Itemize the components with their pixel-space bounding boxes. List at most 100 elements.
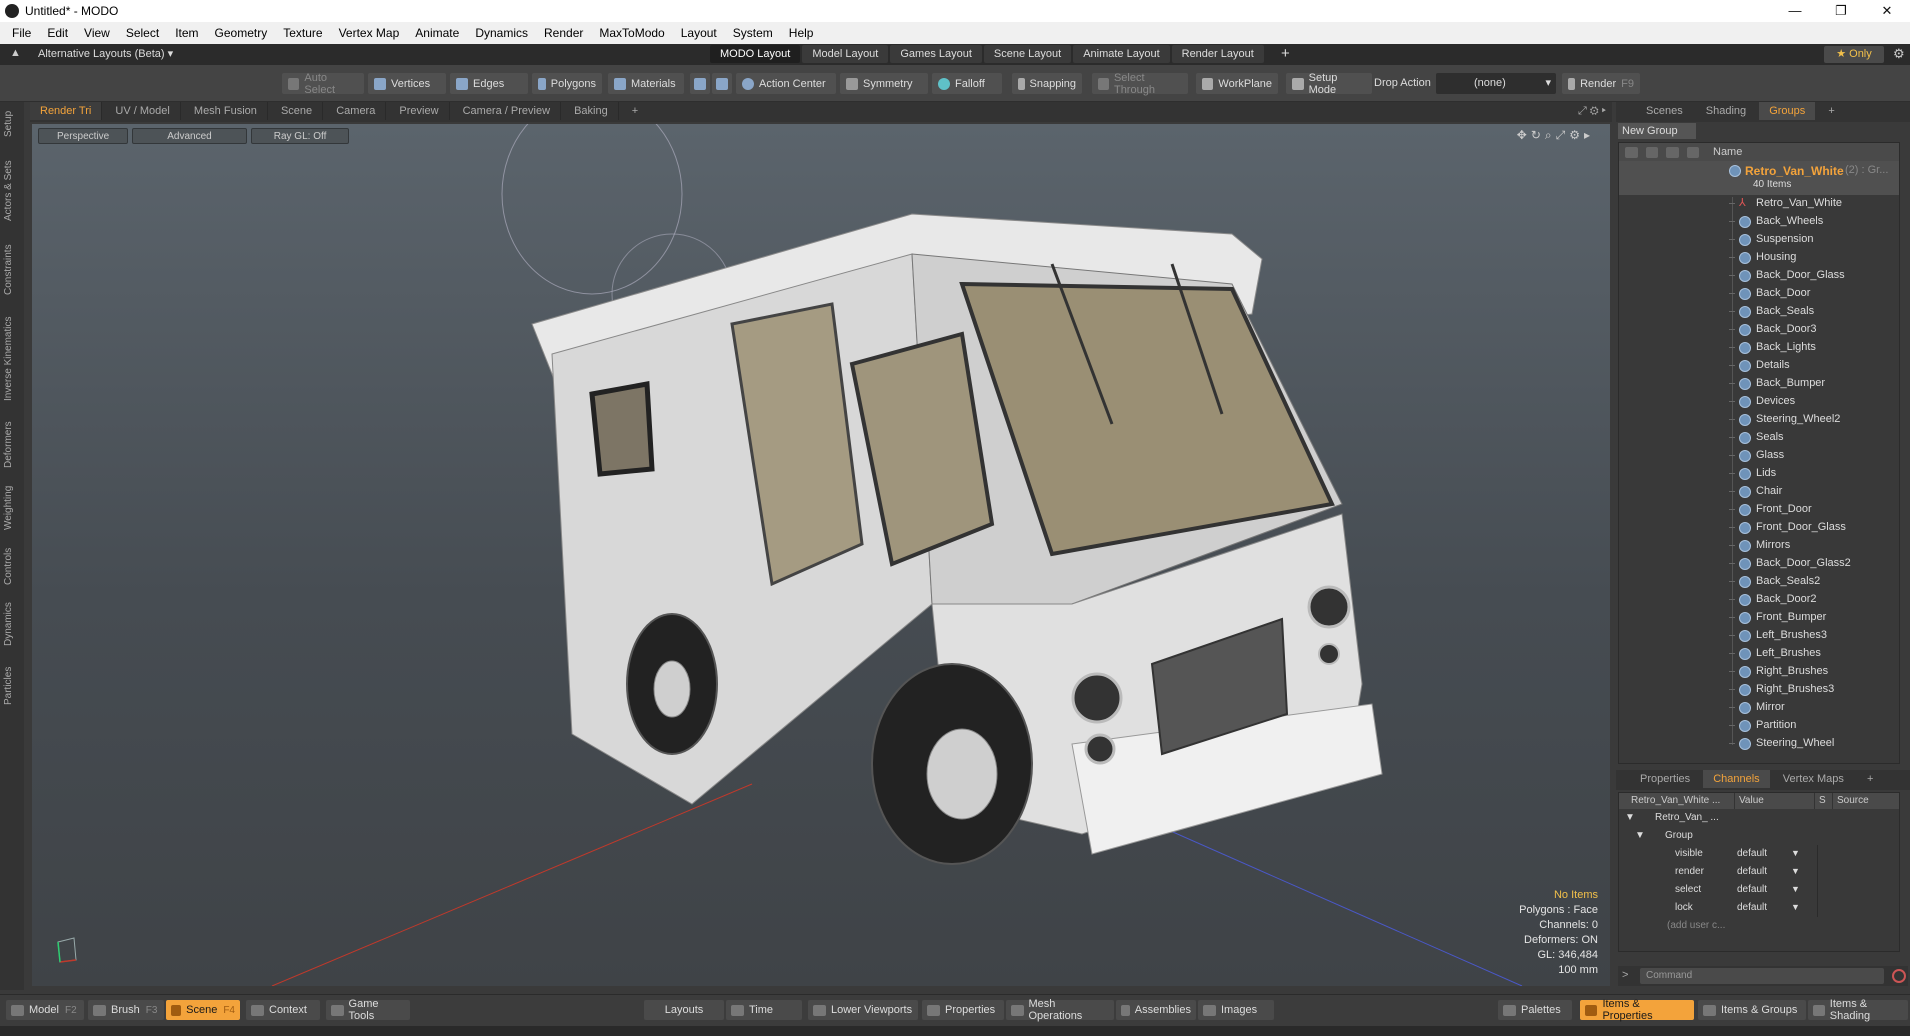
tab-dynamics[interactable]: Dynamics: [3, 596, 21, 652]
tab-baking[interactable]: Baking: [564, 102, 619, 120]
menu-system[interactable]: System: [725, 22, 781, 44]
group-list-item[interactable]: Back_Seals2: [1619, 573, 1899, 591]
group-list-item[interactable]: Back_Door_Glass2: [1619, 555, 1899, 573]
brush-button[interactable]: Brush F3: [88, 1000, 164, 1020]
group-list-item[interactable]: Left_Brushes: [1619, 645, 1899, 663]
mesh-operations-button[interactable]: Mesh Operations: [1006, 998, 1114, 1022]
alternative-layouts-dropdown[interactable]: Alternative Layouts (Beta) ▾: [38, 47, 173, 60]
channels-col-s[interactable]: S: [1815, 793, 1833, 809]
select-through-button[interactable]: Select Through: [1092, 72, 1188, 96]
tab-vertex-maps[interactable]: Vertex Maps: [1773, 770, 1854, 788]
chevron-down-icon[interactable]: ▼: [1791, 902, 1800, 912]
scene-button[interactable]: Scene F4: [166, 1000, 240, 1020]
tab-particles[interactable]: Particles: [3, 658, 21, 714]
tab-mesh-fusion[interactable]: Mesh Fusion: [184, 102, 268, 120]
add-layout-button[interactable]: +: [1281, 45, 1290, 62]
tab-scene-layout[interactable]: Scene Layout: [983, 45, 1072, 63]
menu-dynamics[interactable]: Dynamics: [467, 22, 536, 44]
items-groups-button[interactable]: Items & Groups: [1698, 1000, 1806, 1020]
palettes-button[interactable]: Palettes: [1498, 1000, 1572, 1020]
tab-render-layout[interactable]: Render Layout: [1171, 45, 1264, 63]
channel-row[interactable]: render default ▼: [1619, 863, 1899, 881]
menu-edit[interactable]: Edit: [39, 22, 76, 44]
group-list-item[interactable]: Suspension: [1619, 231, 1899, 249]
action-center-button[interactable]: Action Center: [736, 73, 836, 94]
channel-group-row[interactable]: ▼ Group: [1619, 827, 1899, 845]
group-list-item[interactable]: Mirrors: [1619, 537, 1899, 555]
command-input[interactable]: Command: [1640, 968, 1884, 984]
channel-value[interactable]: default: [1737, 884, 1767, 895]
group-list-item[interactable]: Chair: [1619, 483, 1899, 501]
restore-button[interactable]: ❐: [1818, 0, 1864, 22]
group-list-item[interactable]: Back_Door3: [1619, 321, 1899, 339]
group-list-item[interactable]: Glass: [1619, 447, 1899, 465]
snapping-button[interactable]: Snapping: [1012, 73, 1082, 94]
auto-select-button[interactable]: Auto Select: [282, 72, 364, 96]
channel-row[interactable]: visible default ▼: [1619, 845, 1899, 863]
symmetry-button[interactable]: Symmetry: [840, 73, 928, 94]
group-list-item[interactable]: Right_Brushes3: [1619, 681, 1899, 699]
add-properties-tab-button[interactable]: +: [1857, 770, 1883, 788]
menu-view[interactable]: View: [76, 22, 118, 44]
properties-button[interactable]: Properties: [922, 1000, 1004, 1020]
falloff-button[interactable]: Falloff: [932, 73, 1002, 94]
tab-inverse-kinematics[interactable]: Inverse Kinematics: [3, 308, 21, 410]
group-list-item[interactable]: Back_Lights: [1619, 339, 1899, 357]
images-button[interactable]: Images: [1198, 1000, 1274, 1020]
group-list-item[interactable]: Back_Seals: [1619, 303, 1899, 321]
add-right-tab-button[interactable]: +: [1818, 102, 1844, 120]
group-list-item[interactable]: Housing: [1619, 249, 1899, 267]
group-list-item[interactable]: Details: [1619, 357, 1899, 375]
group-list-item[interactable]: Steering_Wheel2: [1619, 411, 1899, 429]
menu-file[interactable]: File: [4, 22, 39, 44]
tab-animate-layout[interactable]: Animate Layout: [1073, 45, 1170, 63]
context-button[interactable]: Context: [246, 1000, 320, 1020]
group-list-item[interactable]: Steering_Wheel: [1619, 735, 1899, 753]
polygons-button[interactable]: Polygons: [532, 73, 602, 94]
render-toggle-icon[interactable]: [1645, 146, 1658, 158]
tab-constraints[interactable]: Constraints: [3, 238, 21, 302]
menu-render[interactable]: Render: [536, 22, 591, 44]
tab-camera-preview[interactable]: Camera / Preview: [453, 102, 562, 120]
materials-button[interactable]: Materials: [608, 73, 684, 94]
tab-camera[interactable]: Camera: [326, 102, 387, 120]
eye-icon[interactable]: [1625, 146, 1638, 158]
tab-modo-layout[interactable]: MODO Layout: [710, 45, 801, 63]
tab-setup[interactable]: Setup: [3, 106, 21, 142]
group-list-item[interactable]: ⅄ Retro_Van_White: [1619, 195, 1899, 213]
menu-vertex-map[interactable]: Vertex Map: [331, 22, 408, 44]
drop-action-select[interactable]: (none): [1436, 73, 1556, 94]
group-list-item[interactable]: Left_Brushes3: [1619, 627, 1899, 645]
workplane-button[interactable]: WorkPlane: [1196, 73, 1278, 94]
tab-render-tri[interactable]: Render Tri: [30, 102, 103, 120]
chevron-down-icon[interactable]: ▼: [1791, 848, 1800, 858]
viewport-nav-icons[interactable]: ✥↻⌕⤢⚙▸: [1517, 128, 1594, 143]
only-toggle[interactable]: ★ Only: [1824, 46, 1884, 63]
group-list-item[interactable]: Back_Door: [1619, 285, 1899, 303]
channel-row[interactable]: lock default ▼: [1619, 899, 1899, 917]
menu-animate[interactable]: Animate: [407, 22, 467, 44]
channels-col-value[interactable]: Value: [1735, 793, 1815, 809]
expand-arrow-icon[interactable]: ▼: [1635, 830, 1645, 841]
tab-model-layout[interactable]: Model Layout: [802, 45, 889, 63]
items-properties-button[interactable]: Items & Properties: [1580, 998, 1694, 1022]
lower-viewports-button[interactable]: Lower Viewports: [808, 1000, 918, 1020]
items-shading-button[interactable]: Items & Shading: [1808, 998, 1908, 1022]
tab-groups[interactable]: Groups: [1759, 102, 1816, 120]
group-list-item[interactable]: Front_Door_Glass: [1619, 519, 1899, 537]
channels-col-name[interactable]: Retro_Van_White ...: [1619, 793, 1735, 809]
tab-deformers[interactable]: Deformers: [3, 416, 21, 474]
channel-value[interactable]: default: [1737, 866, 1767, 877]
add-user-channel[interactable]: (add user c...: [1667, 920, 1725, 931]
chevron-down-icon[interactable]: ▼: [1791, 866, 1800, 876]
chevron-down-icon[interactable]: ▼: [1791, 884, 1800, 894]
3d-viewport[interactable]: Perspective Advanced Ray GL: Off ✥↻⌕⤢⚙▸ …: [32, 124, 1610, 986]
group-list-item[interactable]: Lids: [1619, 465, 1899, 483]
menu-item[interactable]: Item: [167, 22, 206, 44]
channel-root-row[interactable]: ▼ Retro_Van_ ...: [1619, 809, 1899, 827]
record-icon[interactable]: [1892, 969, 1906, 983]
group-list-item[interactable]: Devices: [1619, 393, 1899, 411]
group-list-item[interactable]: Partition: [1619, 717, 1899, 735]
menu-select[interactable]: Select: [118, 22, 167, 44]
channel-value[interactable]: default: [1737, 848, 1767, 859]
